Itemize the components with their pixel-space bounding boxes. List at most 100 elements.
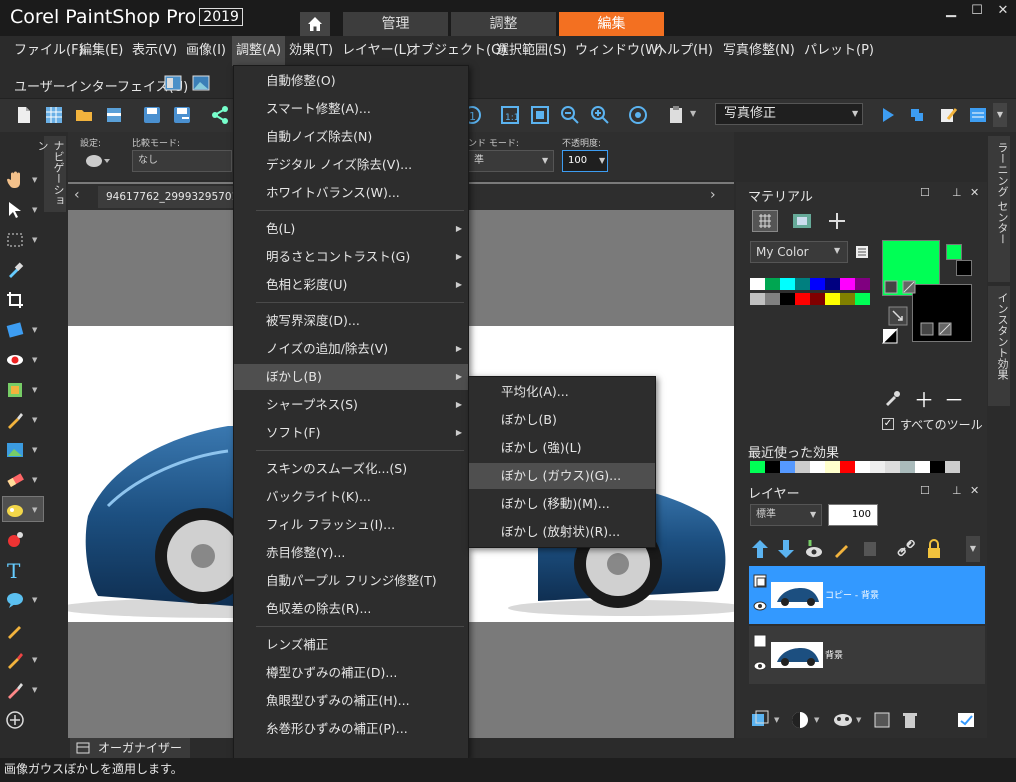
adjust-menu-item[interactable]: 魚眼型ひずみの補正(H)... bbox=[234, 688, 468, 714]
play-icon[interactable] bbox=[878, 105, 898, 125]
eye-icon[interactable] bbox=[753, 600, 767, 612]
layer-row-background[interactable]: 背景 bbox=[749, 626, 985, 684]
materials-close-icon[interactable]: ✕ bbox=[970, 186, 979, 199]
recent-effect-swatch[interactable] bbox=[765, 461, 780, 473]
adjust-menu-item[interactable]: スマート修整(A)... bbox=[234, 96, 468, 122]
color-swatch[interactable] bbox=[795, 293, 810, 305]
add-tool-icon[interactable] bbox=[5, 710, 25, 730]
layer-properties-icon[interactable] bbox=[956, 710, 976, 730]
gradient-toggle-icon[interactable] bbox=[902, 280, 916, 294]
clone-icon[interactable] bbox=[5, 380, 25, 400]
warp-brush-icon[interactable] bbox=[5, 650, 25, 670]
color-swatch[interactable] bbox=[765, 278, 780, 290]
adjust-menu-item[interactable]: 被写界深度(D)... bbox=[234, 308, 468, 334]
color-swatch[interactable] bbox=[825, 293, 840, 305]
default-colors-icon[interactable] bbox=[882, 328, 898, 344]
adjust-menu-item[interactable]: 明るさとコントラスト(G) ▶ bbox=[234, 244, 468, 270]
bg-gradient-toggle-icon[interactable] bbox=[938, 322, 952, 336]
recent-effect-swatch[interactable] bbox=[885, 461, 900, 473]
grid-icon[interactable] bbox=[44, 105, 64, 125]
eye-icon-background[interactable] bbox=[753, 660, 767, 672]
color-swatch[interactable] bbox=[840, 293, 855, 305]
tabs-scroll-right-icon[interactable]: › bbox=[710, 187, 716, 203]
fill-icon[interactable] bbox=[5, 530, 25, 550]
actual-size-icon[interactable]: 1:1 bbox=[500, 105, 520, 125]
menu-photo-fix[interactable]: 写真修整(N) bbox=[719, 36, 799, 66]
dropper-icon[interactable] bbox=[5, 260, 25, 280]
menu-selections[interactable]: 選択範囲(S) bbox=[492, 36, 570, 66]
pan-hand-icon[interactable] bbox=[5, 170, 25, 190]
ui-layout-icon[interactable] bbox=[164, 75, 182, 91]
opacity-dropdown-arrow[interactable]: ▼ bbox=[599, 156, 605, 165]
compare-mode-combo[interactable]: なし bbox=[132, 150, 232, 172]
layers-close-icon[interactable]: ✕ bbox=[970, 484, 979, 497]
home-button[interactable] bbox=[300, 12, 330, 36]
adjust-menu-item[interactable]: レンズ補正 bbox=[234, 632, 468, 658]
menu-effects[interactable]: 効果(T) bbox=[285, 36, 337, 66]
adjust-menu-item[interactable]: 自動ノイズ除去(N) bbox=[234, 124, 468, 150]
ui-image-icon[interactable] bbox=[192, 75, 210, 91]
background-small-swatch[interactable] bbox=[956, 260, 972, 276]
organizer-tab[interactable]: オーガナイザー bbox=[70, 738, 190, 758]
zoom-out-icon[interactable] bbox=[560, 105, 580, 125]
edit-script-icon[interactable] bbox=[938, 105, 958, 125]
bg-texture-toggle-icon[interactable] bbox=[920, 322, 934, 336]
adjust-menu-item[interactable]: ぼかし(B) ▶ bbox=[234, 364, 468, 390]
crop-icon[interactable] bbox=[5, 290, 25, 310]
all-tools-checkbox[interactable]: ✓ bbox=[882, 418, 894, 430]
swap-colors-icon[interactable] bbox=[888, 306, 908, 326]
tabs-scroll-left-icon[interactable]: ‹ bbox=[74, 187, 80, 203]
adjust-menu-item[interactable]: 色収差の除去(R)... bbox=[234, 596, 468, 622]
recent-effect-swatch[interactable] bbox=[750, 461, 765, 473]
adjust-menu-item[interactable]: スキンのスムーズ化...(S) bbox=[234, 456, 468, 482]
layer-visibility-icon[interactable] bbox=[804, 538, 824, 560]
adjust-menu-item[interactable]: 赤目修整(Y)... bbox=[234, 540, 468, 566]
workspace-preset-combo[interactable]: 写真修正 bbox=[715, 103, 863, 125]
recent-effect-swatch[interactable] bbox=[840, 461, 855, 473]
lock-transparency-icon[interactable] bbox=[860, 538, 880, 560]
record-script-icon[interactable] bbox=[968, 105, 988, 125]
materials-restore-icon[interactable]: ☐ bbox=[920, 186, 930, 199]
move-layer-down-icon[interactable] bbox=[776, 538, 796, 560]
recent-effect-swatch[interactable] bbox=[780, 461, 795, 473]
menu-image[interactable]: 画像(I) bbox=[182, 36, 230, 66]
swatch-settings-icon[interactable] bbox=[828, 212, 846, 230]
zoom-tool-icon[interactable] bbox=[628, 105, 648, 125]
move-layer-up-icon[interactable] bbox=[750, 538, 770, 560]
adjust-menu-item[interactable]: 樽型ひずみの補正(D)... bbox=[234, 660, 468, 686]
materials-pin-icon[interactable]: ⊥ bbox=[952, 186, 962, 199]
layers-options-button[interactable]: ▼ bbox=[966, 536, 980, 562]
paste-dropdown-arrow[interactable]: ▼ bbox=[690, 109, 696, 118]
toolbar-overflow-button[interactable]: ▼ bbox=[993, 103, 1007, 127]
recent-effect-swatch[interactable] bbox=[915, 461, 930, 473]
recent-effect-swatch[interactable] bbox=[795, 461, 810, 473]
color-dropper-icon[interactable] bbox=[884, 390, 900, 406]
adjust-menu-item[interactable]: ホワイトバランス(W)... bbox=[234, 180, 468, 206]
pick-tool-icon[interactable] bbox=[5, 200, 25, 220]
menu-edit[interactable]: 編集(E) bbox=[75, 36, 127, 66]
recent-effect-swatch[interactable] bbox=[825, 461, 840, 473]
image-tool-icon[interactable] bbox=[5, 440, 25, 460]
smudge-tool-icon[interactable] bbox=[5, 500, 25, 520]
adjust-menu-item[interactable]: フィル フラッシュ(I)... bbox=[234, 512, 468, 538]
blur-submenu-item[interactable]: ぼかし (放射状)(R)... bbox=[469, 519, 655, 545]
blur-submenu-item[interactable]: ぼかし (ガウス)(G)... bbox=[469, 463, 655, 489]
blur-submenu-item[interactable]: ぼかし (移動)(M)... bbox=[469, 491, 655, 517]
recent-effect-swatch[interactable] bbox=[810, 461, 825, 473]
adjust-menu-item[interactable]: 色(L) ▶ bbox=[234, 216, 468, 242]
color-swatch[interactable] bbox=[750, 293, 765, 305]
adjust-menu-item[interactable]: 色相と彩度(U) ▶ bbox=[234, 272, 468, 298]
adjust-menu-item[interactable]: シャープネス(S) ▶ bbox=[234, 392, 468, 418]
adjust-menu-item[interactable]: バックライト(K)... bbox=[234, 484, 468, 510]
recent-effect-swatch[interactable] bbox=[945, 461, 960, 473]
new-file-icon[interactable] bbox=[14, 105, 34, 125]
zoom-in-icon[interactable] bbox=[590, 105, 610, 125]
straighten-icon[interactable] bbox=[5, 320, 25, 340]
color-swatch[interactable] bbox=[810, 278, 825, 290]
share-icon[interactable] bbox=[210, 105, 230, 125]
save-icon[interactable] bbox=[142, 105, 162, 125]
paint-brush-icon[interactable] bbox=[5, 410, 25, 430]
edit-layer-icon[interactable] bbox=[832, 538, 852, 560]
recent-effect-swatch[interactable] bbox=[855, 461, 870, 473]
mask-layer-icon[interactable] bbox=[832, 710, 854, 730]
